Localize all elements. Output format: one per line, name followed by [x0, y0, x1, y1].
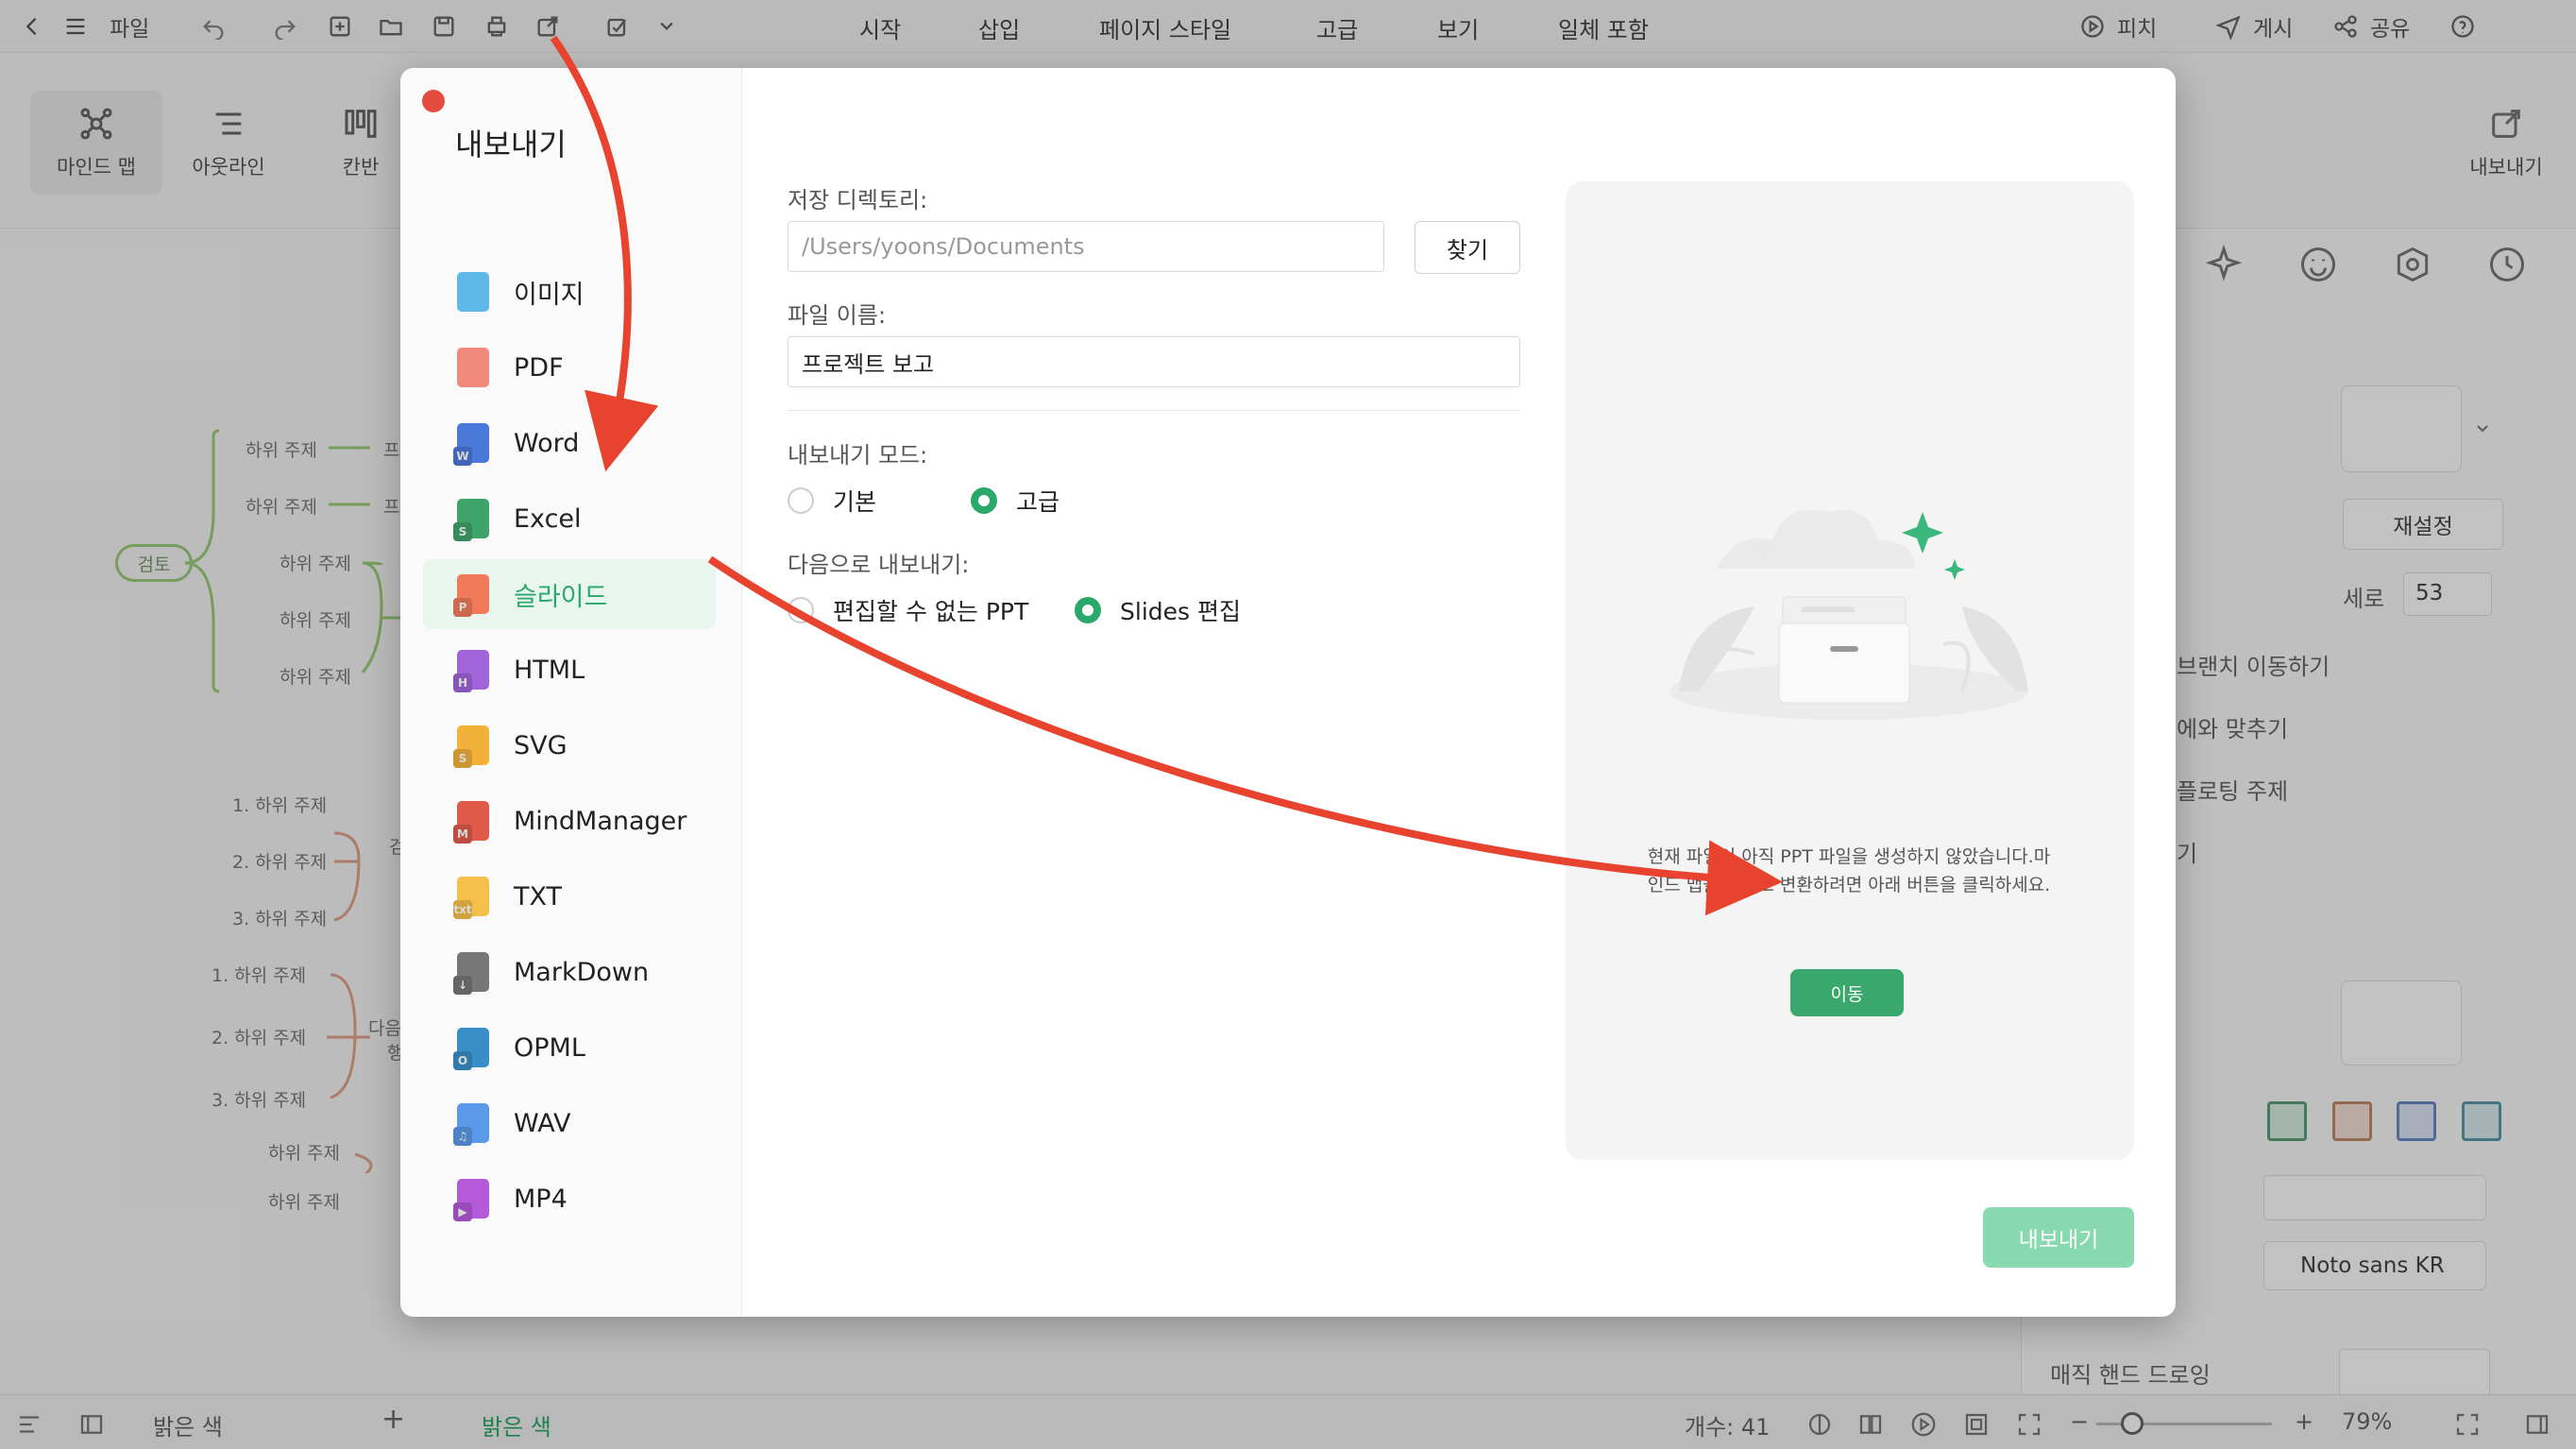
- format-badge: S: [453, 749, 472, 768]
- export-noneditable-radio[interactable]: 편집할 수 없는 PPT: [788, 593, 1028, 627]
- mode-advanced-label: 고급: [1016, 488, 1060, 516]
- format-item-mindmanager[interactable]: M MindManager: [423, 786, 716, 856]
- format-label: PDF: [514, 352, 564, 383]
- format-badge: S: [453, 522, 472, 541]
- wav-file-icon: ♫: [453, 1103, 489, 1146]
- format-item-opml[interactable]: O OPML: [423, 1013, 716, 1082]
- pdf-file-icon: [457, 348, 489, 387]
- mindmanager-file-icon: M: [453, 801, 489, 844]
- format-item-word[interactable]: W Word: [423, 408, 716, 478]
- save-dir-label: 저장 디렉토리:: [788, 187, 928, 213]
- format-label: MP4: [514, 1184, 568, 1214]
- browse-button[interactable]: 찾기: [1415, 221, 1520, 274]
- txt-file-icon: txt: [453, 877, 489, 919]
- format-label: Word: [514, 428, 580, 458]
- format-label: OPML: [514, 1032, 585, 1063]
- dialog-title: 내보내기: [455, 127, 567, 162]
- export-button[interactable]: 내보내기: [1983, 1207, 2134, 1268]
- radio-circle: [788, 487, 814, 514]
- svg-file-icon: S: [453, 725, 489, 768]
- format-list: 내보내기 이미지 PDF W Word S Excel P 슬라이드 H HTML S SVG M Min…: [400, 68, 742, 1317]
- format-label: 슬라이드: [514, 582, 608, 612]
- empty-box-illustration: [1669, 510, 2028, 720]
- export-dialog: 내보내기 이미지 PDF W Word S Excel P 슬라이드 H HTML S SVG M Min…: [400, 68, 2176, 1317]
- filename-label: 파일 이름:: [788, 302, 887, 329]
- save-dir-input[interactable]: /Users/yoons/Documents: [788, 221, 1384, 272]
- mode-advanced-radio[interactable]: 고급: [971, 484, 1059, 518]
- format-item-wav[interactable]: ♫ WAV: [423, 1088, 716, 1158]
- mode-basic-radio[interactable]: 기본: [788, 484, 876, 518]
- format-item-slides[interactable]: P 슬라이드: [423, 559, 716, 629]
- format-item-image[interactable]: 이미지: [423, 257, 716, 327]
- format-label: MarkDown: [514, 957, 650, 987]
- divider: [788, 410, 1520, 411]
- format-item-txt[interactable]: txt TXT: [423, 861, 716, 931]
- format-label: WAV: [514, 1108, 571, 1138]
- opml-file-icon: O: [453, 1028, 489, 1070]
- word-file-icon: W: [453, 423, 489, 466]
- radio-circle-selected: [1075, 597, 1101, 623]
- export-slides-label: Slides 편집: [1120, 598, 1241, 625]
- format-item-svg[interactable]: S SVG: [423, 710, 716, 780]
- format-badge: txt: [453, 900, 472, 919]
- html-file-icon: H: [453, 650, 489, 692]
- format-label: HTML: [514, 655, 585, 685]
- slides-file-icon: P: [453, 574, 489, 617]
- filename-input[interactable]: 프로젝트 보고: [788, 336, 1520, 387]
- markdown-file-icon: ↓: [453, 952, 489, 995]
- radio-circle-selected: [971, 487, 997, 514]
- format-label: MindManager: [514, 806, 687, 836]
- format-badge: ↓: [453, 976, 472, 995]
- export-slides-radio[interactable]: Slides 편집: [1075, 593, 1241, 627]
- format-badge: H: [453, 673, 472, 692]
- format-item-excel[interactable]: S Excel: [423, 484, 716, 554]
- go-button[interactable]: 이동: [1790, 969, 1904, 1016]
- format-badge: P: [453, 598, 472, 617]
- image-file-icon: [457, 272, 489, 312]
- export-noneditable-label: 편집할 수 없는 PPT: [833, 598, 1029, 625]
- format-badge: W: [453, 447, 472, 466]
- format-badge: M: [453, 825, 472, 844]
- format-badge: ♫: [453, 1127, 472, 1146]
- preview-message: 현재 파일이 아직 PPT 파일을 생성하지 않았습니다.마인드 맵을 PPT로…: [1647, 846, 2051, 895]
- format-item-markdown[interactable]: ↓ MarkDown: [423, 937, 716, 1007]
- format-item-pdf[interactable]: PDF: [423, 332, 716, 402]
- export-as-label: 다음으로 내보내기:: [788, 552, 970, 578]
- radio-circle: [788, 597, 814, 623]
- format-item-mp4[interactable]: ▶ MP4: [423, 1164, 716, 1234]
- export-mode-label: 내보내기 모드:: [788, 442, 928, 469]
- preview-panel: 현재 파일이 아직 PPT 파일을 생성하지 않았습니다.마인드 맵을 PPT로…: [1566, 181, 2134, 1160]
- format-label: 이미지: [514, 280, 585, 310]
- format-badge: ▶: [453, 1202, 472, 1221]
- excel-file-icon: S: [453, 499, 489, 541]
- format-label: Excel: [514, 503, 582, 534]
- format-item-html[interactable]: H HTML: [423, 635, 716, 705]
- format-label: TXT: [514, 881, 563, 912]
- format-badge: O: [453, 1051, 472, 1070]
- format-label: SVG: [514, 730, 568, 760]
- mode-basic-label: 기본: [833, 488, 877, 516]
- close-button[interactable]: [422, 90, 445, 112]
- mp4-file-icon: ▶: [453, 1179, 489, 1221]
